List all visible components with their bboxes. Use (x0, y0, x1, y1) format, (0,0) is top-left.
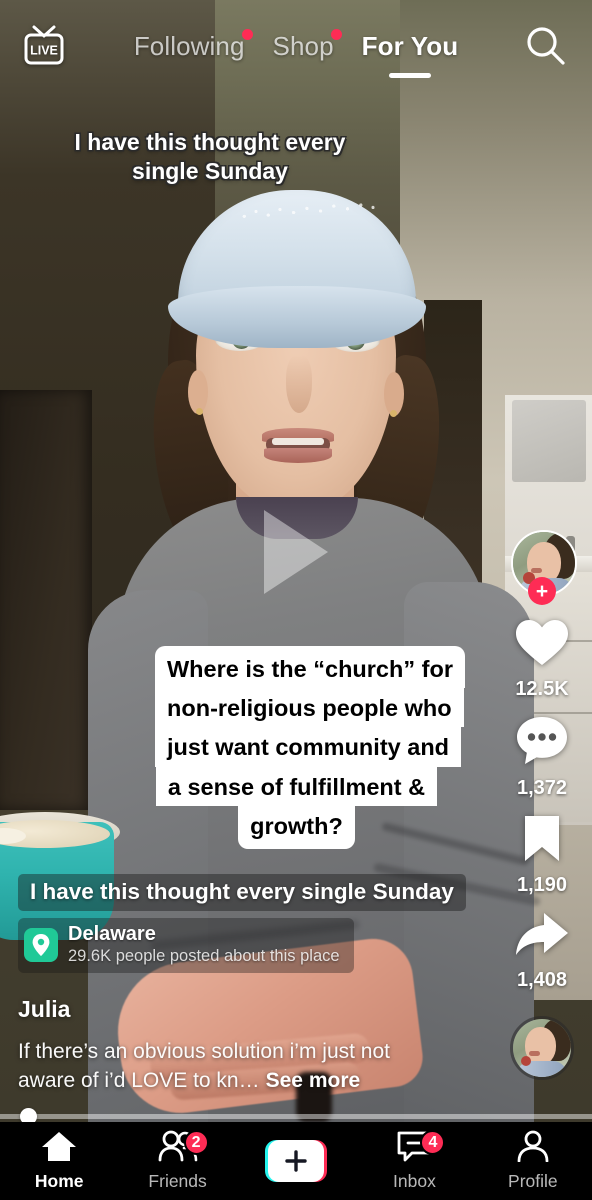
bookmark-count: 1,190 (516, 874, 568, 896)
share-arrow-icon (514, 911, 570, 964)
tab-for-you[interactable]: For You (348, 30, 473, 78)
subtitle-line-1: I have this thought every (74, 129, 346, 155)
play-triangle-icon[interactable] (262, 508, 330, 601)
creator-avatar[interactable]: + (511, 530, 577, 605)
location-chip[interactable]: Delaware 29.6K people posted about this … (18, 918, 354, 974)
tab-following-label: Following (133, 30, 245, 61)
home-icon (41, 1130, 77, 1167)
left-doorway (0, 390, 92, 810)
top-navigation-bar: LIVE Following Shop For You (0, 0, 592, 92)
shop-notification-dot (330, 28, 342, 40)
friends-badge: 2 (183, 1130, 209, 1155)
tab-shop-label: Shop (272, 30, 334, 61)
active-tab-underline (388, 72, 431, 78)
sticker-line-2: non-religious people who (155, 688, 464, 728)
video-description: If there’s an obvious solution i’m just … (18, 1038, 448, 1095)
create-plus-icon[interactable] (265, 1140, 328, 1182)
bookmark-button[interactable]: 1,190 (517, 814, 567, 897)
following-notification-dot (241, 28, 253, 40)
like-count: 12.5K (515, 678, 569, 700)
subtitle-line-2: single Sunday (132, 158, 288, 185)
tab-friends-label: Friends (148, 1171, 207, 1191)
heart-icon (514, 618, 570, 673)
subject-nose (286, 355, 312, 413)
location-text-group: Delaware 29.6K people posted about this … (68, 923, 340, 967)
bottom-tab-bar: Home 2 Friends 4 Inbox Profile (0, 1122, 592, 1200)
share-count: 1,408 (516, 969, 568, 991)
sticker-line-3: just want community and (155, 727, 462, 767)
sticker-line-5: growth? (238, 805, 355, 849)
tab-profile[interactable]: Profile (474, 1122, 592, 1200)
see-more-link[interactable]: See more (266, 1069, 361, 1092)
profile-icon (517, 1130, 549, 1167)
tab-create[interactable] (237, 1122, 355, 1200)
bookmark-icon (521, 814, 563, 869)
music-disc-avatar[interactable] (510, 1016, 574, 1080)
follow-button[interactable]: + (528, 577, 556, 605)
video-caption-bar: I have this thought every single Sunday (18, 874, 466, 911)
creator-username[interactable]: Julia (18, 996, 70, 1023)
sticker-line-4: a sense of fulfillment & (155, 766, 438, 806)
video-progress-track[interactable] (0, 1114, 592, 1119)
tab-inbox-label: Inbox (393, 1171, 436, 1191)
search-icon[interactable] (518, 18, 572, 72)
comment-button[interactable]: 1,372 (515, 715, 569, 800)
tab-following[interactable]: Following (120, 28, 259, 62)
comment-count: 1,372 (516, 777, 568, 799)
video-subtitle: I have this thought every single Sunday (0, 128, 420, 187)
earring-right (390, 410, 397, 417)
text-sticker-overlay[interactable]: Where is the “church” for non-religious … (155, 646, 465, 849)
sticker-line-1: Where is the “church” for (155, 646, 465, 689)
tab-shop[interactable]: Shop (259, 28, 348, 62)
tab-friends[interactable]: 2 Friends (118, 1122, 236, 1200)
location-name: Delaware (68, 923, 156, 945)
tiktok-screen: I have this thought every single Sunday … (0, 0, 592, 1200)
create-center (268, 1140, 325, 1182)
subject-teeth (272, 438, 324, 445)
earring-left (196, 408, 203, 415)
comment-icon (515, 715, 569, 772)
tab-for-you-label: For You (361, 30, 459, 61)
bathroom-mirror (512, 400, 586, 482)
tab-inbox[interactable]: 4 Inbox (355, 1122, 473, 1200)
action-rail: + 12.5K 1,372 1,190 1,408 (504, 530, 580, 1080)
location-pin-icon (24, 928, 58, 963)
tab-home[interactable]: Home (0, 1122, 118, 1200)
share-button[interactable]: 1,408 (514, 911, 570, 992)
like-button[interactable]: 12.5K (514, 618, 570, 701)
video-caption-text: I have this thought every single Sunday (30, 879, 454, 904)
tab-home-label: Home (34, 1171, 84, 1191)
location-subtitle: 29.6K people posted about this place (68, 947, 340, 965)
inbox-badge: 4 (420, 1130, 446, 1155)
feed-tabs: Following Shop For You (0, 0, 592, 92)
disc-flower (521, 1056, 531, 1066)
subject-lower-lip (264, 448, 332, 463)
tab-profile-label: Profile (508, 1171, 558, 1191)
disc-lips (529, 1051, 540, 1056)
